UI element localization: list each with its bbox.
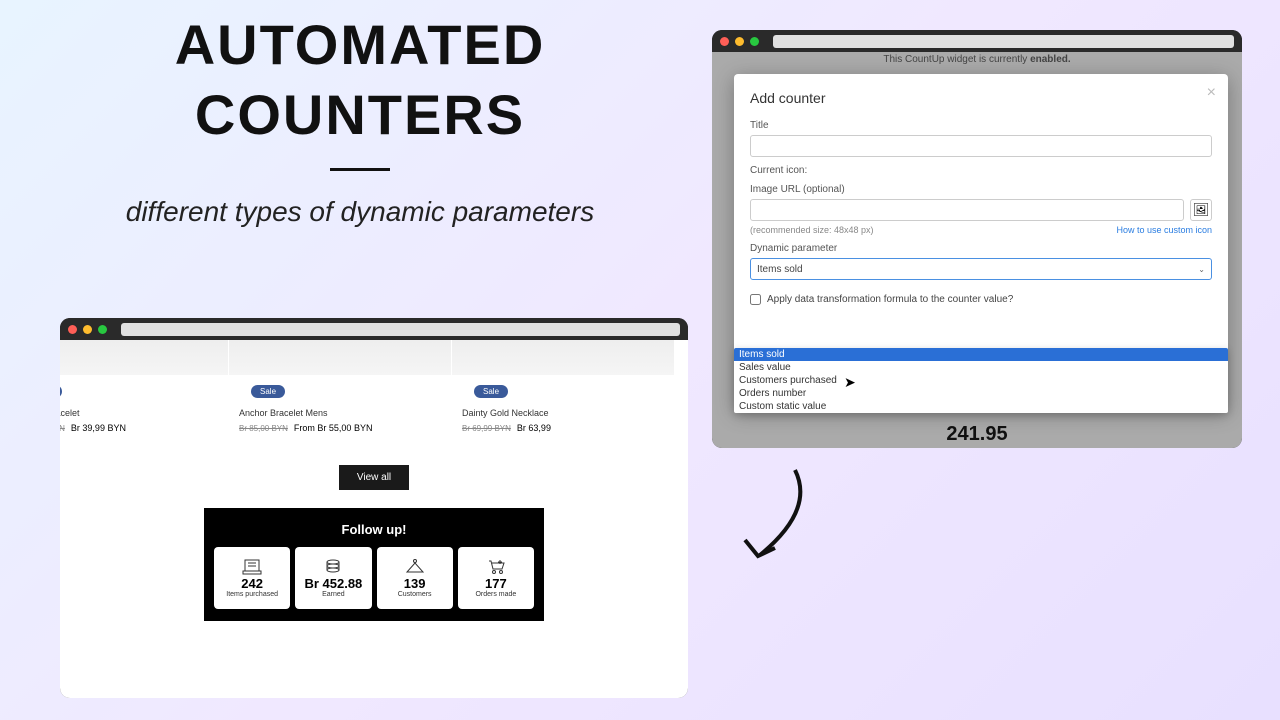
transform-checkbox[interactable] — [750, 294, 761, 305]
close-icon[interactable] — [68, 325, 77, 334]
counter-card: 177 Orders made — [458, 547, 534, 609]
size-hint: (recommended size: 48x48 px) — [750, 225, 874, 235]
new-price: Br 39,99 BYN — [71, 423, 126, 433]
hero: AUTOMATED COUNTERS different types of dy… — [60, 10, 660, 233]
counter-value: 242 — [241, 576, 263, 591]
admin-window: This CountUp widget is currently enabled… — [712, 30, 1242, 448]
view-all-button[interactable]: View all — [339, 465, 409, 490]
cart-icon — [486, 558, 506, 575]
arrow-icon — [730, 460, 820, 580]
dropdown-option[interactable]: Sales value — [734, 361, 1228, 374]
dynamic-param-dropdown[interactable]: Items sold ⌄ — [750, 258, 1212, 280]
counter-label: Orders made — [475, 591, 516, 598]
title-input[interactable] — [750, 135, 1212, 157]
new-price: Br 63,99 — [517, 423, 551, 433]
dropdown-option[interactable]: Custom static value — [734, 400, 1228, 413]
hero-title: AUTOMATED COUNTERS — [60, 10, 660, 150]
howto-link[interactable]: How to use custom icon — [1116, 225, 1212, 235]
modal-title: Add counter — [750, 90, 1212, 106]
product-name: Bangle Bracelet — [60, 408, 228, 418]
counter-label: Customers — [398, 591, 432, 598]
url-bar[interactable] — [773, 35, 1234, 48]
counter-value: Br 452.88 — [304, 576, 362, 591]
counter-card: Br 452.88 Earned — [295, 547, 371, 609]
dropdown-options: Items sold Sales value Customers purchas… — [734, 348, 1228, 413]
admin-titlebar — [712, 30, 1242, 52]
product-image — [60, 340, 228, 375]
chevron-down-icon: ⌄ — [1198, 265, 1205, 274]
widget-status: This CountUp widget is currently enabled… — [883, 54, 1070, 65]
close-icon[interactable] — [720, 37, 729, 46]
admin-content: This CountUp widget is currently enabled… — [712, 52, 1242, 448]
counter-card: 139 Customers — [377, 547, 453, 609]
url-bar[interactable] — [121, 323, 680, 336]
coins-icon — [323, 558, 343, 575]
cash-register-icon — [242, 558, 262, 575]
dropdown-value: Items sold — [757, 264, 803, 275]
product-card[interactable]: Sale Dainty Gold Necklace Br 69,99 BYNBr… — [452, 340, 674, 440]
dropdown-option[interactable]: Orders number — [734, 387, 1228, 400]
counter-label: Earned — [322, 591, 345, 598]
maximize-icon[interactable] — [98, 325, 107, 334]
hanger-icon — [405, 558, 425, 575]
product-price: Br 43,99 BYN Br 39,99 BYN — [60, 423, 228, 433]
close-icon[interactable]: × — [1207, 84, 1216, 102]
image-url-label: Image URL (optional) — [750, 184, 1212, 195]
dropdown-option[interactable]: Customers purchased — [734, 374, 1228, 387]
product-card[interactable]: Sale Anchor Bracelet Mens Br 85,00 BYN Fr… — [229, 340, 451, 440]
counter-label: Items purchased — [226, 591, 278, 598]
image-picker-icon[interactable]: 🖼 — [1190, 199, 1212, 221]
hero-divider — [330, 168, 390, 171]
counters-row: 242 Items purchased Br 452.88 Earned 139… — [214, 547, 534, 609]
follow-panel: Follow up! 242 Items purchased Br 452.88… — [204, 508, 544, 621]
counter-value: 139 — [404, 576, 426, 591]
counter-card: 242 Items purchased — [214, 547, 290, 609]
minimize-icon[interactable] — [735, 37, 744, 46]
hero-subtitle: different types of dynamic parameters — [60, 191, 660, 233]
dynamic-param-label: Dynamic parameter — [750, 243, 1212, 254]
hero-title-line2: COUNTERS — [195, 83, 525, 146]
new-price: From Br 55,00 BYN — [294, 423, 373, 433]
product-row: Sale Bangle Bracelet Br 43,99 BYN Br 39,9… — [60, 340, 688, 440]
storefront-titlebar — [60, 318, 688, 340]
follow-title: Follow up! — [214, 522, 534, 537]
product-price: Br 69,99 BYN Br 63,99 — [462, 423, 674, 433]
storefront-window: Sale Bangle Bracelet Br 43,99 BYN Br 39,9… — [60, 318, 688, 698]
hero-title-line1: AUTOMATED — [175, 13, 546, 76]
bg-counter-value: 241.95 — [946, 423, 1007, 446]
product-name: Dainty Gold Necklace — [462, 408, 674, 418]
product-price: Br 85,00 BYN From Br 55,00 BYN — [239, 423, 451, 433]
current-icon-label: Current icon: — [750, 165, 1212, 176]
sale-badge: Sale — [60, 385, 62, 398]
product-name: Anchor Bracelet Mens — [239, 408, 451, 418]
product-card[interactable]: Sale Bangle Bracelet Br 43,99 BYN Br 39,9… — [60, 340, 228, 440]
title-label: Title — [750, 120, 1212, 131]
old-price: Br 69,99 BYN — [462, 424, 511, 433]
minimize-icon[interactable] — [83, 325, 92, 334]
storefront-content: Sale Bangle Bracelet Br 43,99 BYN Br 39,9… — [60, 340, 688, 698]
dropdown-option[interactable]: Items sold — [734, 348, 1228, 361]
image-url-input[interactable] — [750, 199, 1184, 221]
transform-label: Apply data transformation formula to the… — [767, 294, 1013, 305]
old-price: Br 85,00 BYN — [239, 424, 288, 433]
old-price: Br 43,99 BYN — [60, 424, 65, 433]
sale-badge: Sale — [251, 385, 285, 398]
maximize-icon[interactable] — [750, 37, 759, 46]
product-image — [229, 340, 451, 375]
counter-value: 177 — [485, 576, 507, 591]
product-image — [452, 340, 674, 375]
sale-badge: Sale — [474, 385, 508, 398]
